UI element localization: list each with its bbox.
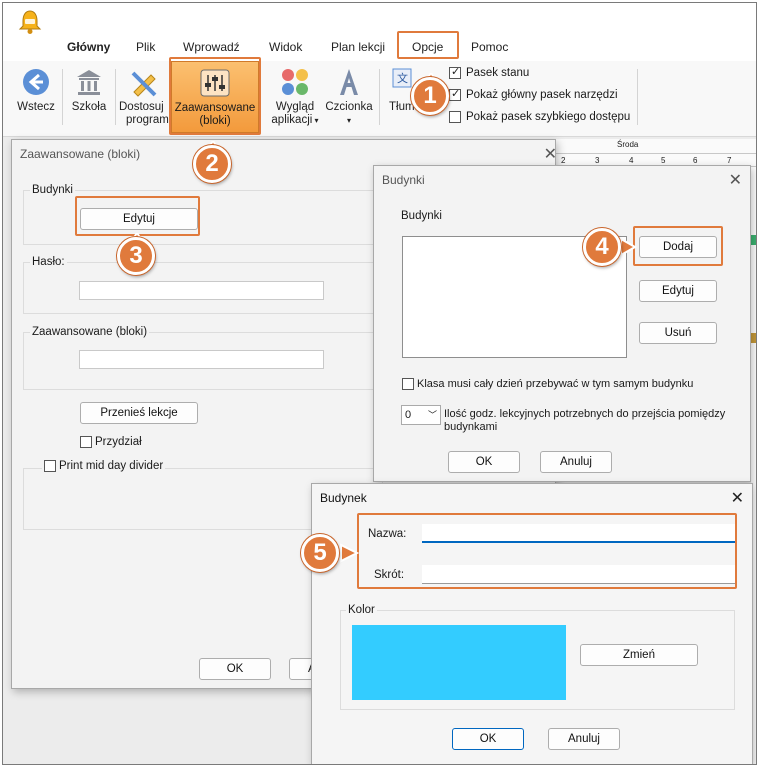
advanced-label: Zaawansowane (bloki): [30, 326, 150, 338]
highlight-advanced-button: [169, 57, 261, 135]
same-building-checkbox[interactable]: Klasa musi cały dzień przebywać w tym sa…: [402, 378, 693, 390]
close-icon[interactable]: ✕: [731, 488, 744, 508]
password-input[interactable]: [79, 281, 324, 300]
delete-building-button[interactable]: Usuń: [639, 322, 717, 344]
cancel-button[interactable]: Anuluj: [548, 728, 620, 750]
ribbon-body: Wstecz Szkoła Dostosuj program Zaawansow…: [3, 61, 756, 137]
quick-access-checkbox[interactable]: Pokaż pasek szybkiego dostępu: [449, 111, 630, 123]
app-window: Główny Plik Wprowadź Widok Plan lekcji O…: [2, 2, 757, 765]
period-number: 4: [629, 156, 634, 165]
highlight-edit-button: [75, 196, 200, 236]
buildings-dialog: Budynki ✕ Budynki Dodaj Edytuj Usuń Klas…: [373, 165, 751, 482]
period-number: 3: [595, 156, 600, 165]
highlight-opcje-tab: [397, 31, 459, 59]
ribbon-header: Główny Plik Wprowadź Widok Plan lekcji O…: [3, 3, 756, 61]
period-number: 2: [561, 156, 566, 165]
highlight-name-short-fields: [357, 513, 737, 589]
callout-2: 2: [191, 141, 235, 187]
edit-building-button[interactable]: Edytuj: [639, 280, 717, 302]
ok-button[interactable]: OK: [452, 728, 524, 750]
palette-dots-icon: [282, 69, 308, 95]
callout-3: 3: [115, 233, 159, 279]
highlight-add-button: [633, 226, 723, 266]
tab-widok[interactable]: Widok: [269, 40, 302, 54]
tab-plik[interactable]: Plik: [136, 40, 155, 54]
ribbon-tabs: Główny Plik Wprowadź Widok Plan lekcji O…: [3, 33, 756, 61]
dialog-title: Budynek: [320, 491, 367, 505]
school-button[interactable]: Szkoła: [67, 67, 111, 114]
back-button[interactable]: Wstecz: [15, 67, 57, 114]
buildings-label: Budynki: [30, 184, 75, 196]
font-button[interactable]: Czcionka ▾: [323, 67, 375, 127]
password-label: Hasło:: [30, 256, 67, 268]
ok-button[interactable]: OK: [448, 451, 520, 473]
dropdown-arrow-icon: ▾: [346, 116, 351, 125]
callout-1: 1: [409, 73, 453, 119]
back-arrow-icon: [23, 69, 49, 95]
letter-a-icon: [340, 69, 358, 95]
close-icon[interactable]: ✕: [544, 144, 557, 164]
dialog-title: Budynki: [382, 173, 425, 187]
customize-program-button[interactable]: Dostosuj program: [119, 67, 173, 127]
tab-pomoc[interactable]: Pomoc: [471, 40, 508, 54]
color-swatch: [352, 625, 566, 700]
timetable-header: Środa 2 3 4 5 6 7: [551, 139, 756, 167]
status-bar-checkbox[interactable]: Pasek stanu: [449, 65, 529, 79]
callout-5: 5: [299, 533, 359, 573]
buildings-list-label: Budynki: [401, 210, 442, 222]
svg-text:文: 文: [397, 71, 408, 85]
app-look-button[interactable]: Wygląd aplikacji ▾: [269, 67, 321, 127]
move-lessons-button[interactable]: Przenieś lekcje: [80, 402, 198, 424]
app-logo-icon: [17, 9, 43, 35]
chevron-down-icon: ﹀: [427, 410, 437, 420]
color-label: Kolor: [346, 604, 377, 616]
dropdown-arrow-icon: ▾: [312, 116, 319, 125]
period-number: 6: [693, 156, 698, 165]
tab-plan-lekcji[interactable]: Plan lekcji: [331, 40, 385, 54]
pencil-ruler-icon: [131, 71, 157, 97]
hours-label: Ilość godz. lekcyjnych potrzebnych do pr…: [444, 408, 726, 433]
dialog-title: Zaawansowane (bloki): [20, 147, 141, 161]
assignment-checkbox[interactable]: Przydział: [80, 436, 142, 448]
advanced-input[interactable]: [79, 350, 324, 369]
hours-select[interactable]: 0 ﹀: [401, 405, 441, 425]
school-building-icon: [77, 70, 101, 95]
cancel-button[interactable]: Anuluj: [540, 451, 612, 473]
day-label: Środa: [617, 140, 639, 149]
callout-4: 4: [581, 227, 637, 267]
period-number: 7: [727, 156, 732, 165]
change-color-button[interactable]: Zmień: [580, 644, 698, 666]
close-icon[interactable]: ✕: [729, 170, 742, 190]
ok-button[interactable]: OK: [199, 658, 271, 680]
tab-wprowadz[interactable]: Wprowadź: [183, 40, 240, 54]
main-toolbar-checkbox[interactable]: Pokaż główny pasek narzędzi: [449, 87, 618, 101]
tab-glowny[interactable]: Główny: [67, 40, 110, 54]
period-number: 5: [661, 156, 666, 165]
print-divider-checkbox[interactable]: Print mid day divider: [42, 460, 166, 472]
